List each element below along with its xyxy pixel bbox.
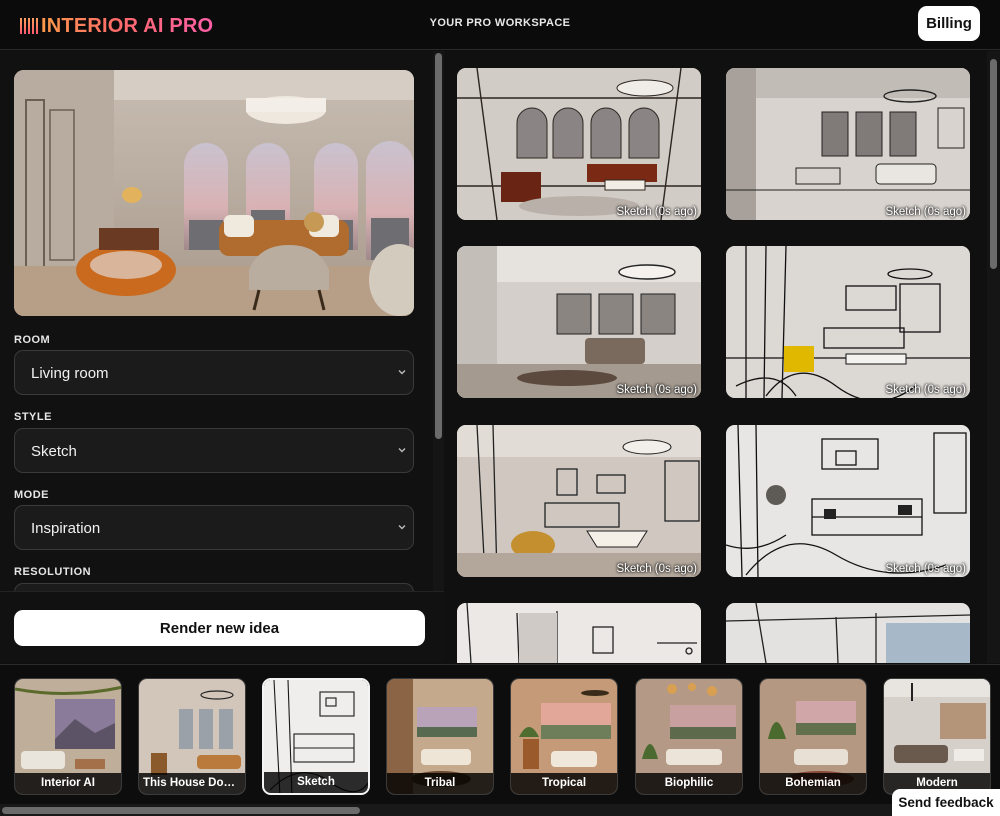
- style-option-label: This House Does Not Exist: [139, 773, 245, 794]
- style-option-sketch[interactable]: Sketch: [262, 678, 370, 795]
- controls-scrollbar-thumb[interactable]: [435, 53, 442, 439]
- gallery-item[interactable]: [726, 603, 970, 663]
- chevron-down-icon: [398, 448, 406, 453]
- render-bar: Render new idea: [0, 591, 444, 663]
- sketch-render-image: [457, 603, 701, 663]
- style-select-value: Sketch: [31, 443, 77, 460]
- room-select[interactable]: Living room: [14, 350, 414, 395]
- gallery-item-caption: Sketch (0s ago): [885, 384, 966, 396]
- render-new-idea-button[interactable]: Render new idea: [14, 610, 425, 646]
- style-option-tropical[interactable]: Tropical: [510, 678, 618, 795]
- gallery-item-caption: Sketch (0s ago): [616, 563, 697, 575]
- app-logo[interactable]: INTERIOR AI PRO: [20, 14, 213, 38]
- gallery-item[interactable]: Sketch (0s ago): [457, 68, 701, 220]
- sketch-render-image: [726, 246, 970, 398]
- style-option-label: Interior AI: [15, 773, 121, 794]
- chevron-down-icon: [398, 370, 406, 375]
- gallery-item-caption: Sketch (0s ago): [616, 206, 697, 218]
- gallery-item[interactable]: Sketch (0s ago): [726, 246, 970, 398]
- mode-select-value: Inspiration: [31, 520, 101, 537]
- style-strip-scrollbar[interactable]: [0, 804, 1000, 816]
- gallery-item-caption: Sketch (0s ago): [616, 384, 697, 396]
- style-option-modern[interactable]: Modern: [883, 678, 991, 795]
- gallery-item[interactable]: Sketch (0s ago): [457, 246, 701, 398]
- billing-button[interactable]: Billing: [918, 6, 980, 41]
- resolution-label: RESOLUTION: [14, 566, 92, 578]
- style-strip-scrollbar-thumb[interactable]: [2, 807, 360, 814]
- style-option-label: Bohemian: [760, 773, 866, 794]
- style-option-this-house-does-not-exist[interactable]: This House Does Not Exist: [138, 678, 246, 795]
- sketch-render-image: [726, 425, 970, 577]
- gallery-item[interactable]: Sketch (0s ago): [726, 68, 970, 220]
- style-select[interactable]: Sketch: [14, 428, 414, 473]
- send-feedback-button[interactable]: Send feedback: [892, 789, 1000, 816]
- sketch-render-image: [457, 246, 701, 398]
- sketch-render-image: [726, 603, 970, 663]
- gallery-item[interactable]: Sketch (0s ago): [457, 425, 701, 577]
- controls-panel: ROOM Living room STYLE Sketch MODE Inspi…: [0, 51, 444, 663]
- chevron-down-icon: [398, 525, 406, 530]
- top-bar: INTERIOR AI PRO YOUR PRO WORKSPACE Billi…: [0, 0, 1000, 50]
- current-room-preview-image: [14, 70, 414, 316]
- gallery-scrollbar-thumb[interactable]: [990, 59, 997, 269]
- logo-bars-icon: [20, 18, 38, 34]
- style-option-label: Tribal: [387, 773, 493, 794]
- gallery-item-caption: Sketch (0s ago): [885, 206, 966, 218]
- mode-label: MODE: [14, 489, 49, 501]
- render-gallery: Sketch (0s ago) Sketch (0s ago) Sketch (…: [444, 51, 1000, 663]
- sketch-render-image: [457, 425, 701, 577]
- gallery-item[interactable]: Sketch (0s ago): [726, 425, 970, 577]
- style-option-label: Sketch: [264, 772, 368, 793]
- gallery-scrollbar[interactable]: [987, 51, 1000, 663]
- gallery-item-caption: Sketch (0s ago): [885, 563, 966, 575]
- gallery-item[interactable]: [457, 603, 701, 663]
- mode-select[interactable]: Inspiration: [14, 505, 414, 550]
- style-label: STYLE: [14, 411, 52, 423]
- style-picker-strip: Interior AI This House Does Not Exist Sk…: [0, 664, 1000, 816]
- sketch-render-image: [726, 68, 970, 220]
- style-option-biophilic[interactable]: Biophilic: [635, 678, 743, 795]
- controls-scrollbar[interactable]: [433, 51, 444, 663]
- style-option-tribal[interactable]: Tribal: [386, 678, 494, 795]
- style-option-bohemian[interactable]: Bohemian: [759, 678, 867, 795]
- style-option-label: Tropical: [511, 773, 617, 794]
- sketch-render-image: [457, 68, 701, 220]
- style-option-interior-ai[interactable]: Interior AI: [14, 678, 122, 795]
- room-label: ROOM: [14, 334, 51, 346]
- style-option-label: Biophilic: [636, 773, 742, 794]
- room-select-value: Living room: [31, 365, 109, 382]
- logo-text: INTERIOR AI PRO: [41, 14, 214, 37]
